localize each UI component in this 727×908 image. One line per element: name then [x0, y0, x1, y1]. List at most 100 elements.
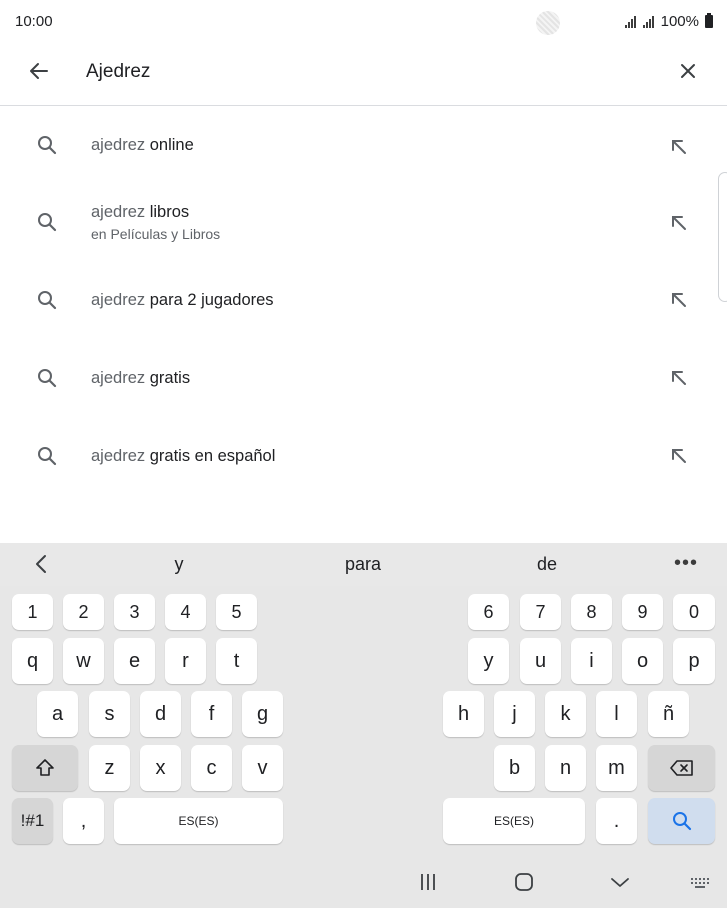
edge-panel-handle[interactable] [718, 172, 727, 302]
prediction-word[interactable]: de [537, 554, 557, 575]
navigation-bar [0, 858, 727, 908]
prediction-word[interactable]: y [175, 554, 184, 575]
key-j[interactable]: j [494, 691, 535, 737]
prediction-bar: y para de ••• [0, 543, 727, 586]
key-n[interactable]: n [545, 745, 586, 791]
suggestion-prefix: ajedrez [91, 447, 146, 465]
chevron-down-icon [611, 878, 629, 887]
key-w[interactable]: w [63, 638, 104, 684]
recent-apps-button[interactable] [414, 870, 442, 894]
key-6[interactable]: 6 [468, 594, 509, 630]
key-y[interactable]: y [468, 638, 509, 684]
prediction-word[interactable]: para [345, 554, 381, 575]
arrow-up-left-icon [672, 140, 686, 154]
suggestion-item[interactable]: ajedrez gratis en español [0, 422, 727, 492]
clear-button[interactable] [673, 56, 703, 86]
key-n-tilde[interactable]: ñ [648, 691, 689, 737]
space-key-left[interactable]: ES(ES) [114, 798, 283, 844]
key-4[interactable]: 4 [165, 594, 206, 630]
arrow-up-left-icon [672, 371, 686, 385]
key-2[interactable]: 2 [63, 594, 104, 630]
shift-key[interactable] [12, 745, 78, 791]
chevron-left-icon [36, 555, 46, 573]
key-o[interactable]: o [622, 638, 663, 684]
suggestion-subtitle: en Películas y Libros [91, 226, 221, 242]
key-3[interactable]: 3 [114, 594, 155, 630]
back-nav-button[interactable] [606, 870, 634, 894]
battery-icon [705, 13, 713, 28]
signal-icon-2 [642, 15, 654, 28]
fill-query-button[interactable] [666, 134, 692, 160]
key-d[interactable]: d [140, 691, 181, 737]
search-icon [38, 447, 57, 466]
suggestion-prefix: ajedrez [91, 369, 146, 387]
key-f[interactable]: f [191, 691, 232, 737]
keyboard-switch-button[interactable] [688, 870, 716, 894]
key-9[interactable]: 9 [622, 594, 663, 630]
status-indicators: 100% [624, 13, 713, 30]
collapse-toolbar-button[interactable] [30, 552, 54, 576]
key-t[interactable]: t [216, 638, 257, 684]
key-c[interactable]: c [191, 745, 232, 791]
search-icon [672, 812, 691, 831]
key-g[interactable]: g [242, 691, 283, 737]
key-m[interactable]: m [596, 745, 637, 791]
comma-key[interactable]: , [63, 798, 104, 844]
key-p[interactable]: p [673, 638, 715, 684]
search-icon [38, 136, 57, 155]
keyboard-icon [691, 878, 709, 888]
key-x[interactable]: x [140, 745, 181, 791]
suggestion-prefix: ajedrez [91, 291, 146, 309]
key-v[interactable]: v [242, 745, 283, 791]
fill-query-button[interactable] [666, 365, 692, 391]
key-7[interactable]: 7 [520, 594, 561, 630]
key-s[interactable]: s [89, 691, 130, 737]
back-button[interactable] [24, 56, 54, 86]
symbols-key[interactable]: !#1 [12, 798, 53, 844]
suggestion-item[interactable]: ajedrez gratis [0, 344, 727, 414]
key-u[interactable]: u [520, 638, 561, 684]
fill-query-button[interactable] [666, 210, 692, 236]
suggestion-item[interactable]: ajedrez libros en Películas y Libros [0, 186, 727, 264]
key-b[interactable]: b [494, 745, 535, 791]
front-camera [536, 11, 560, 35]
period-key[interactable]: . [596, 798, 637, 844]
recent-apps-icon [421, 874, 435, 890]
status-bar: 10:00 100% [0, 0, 727, 44]
key-0[interactable]: 0 [673, 594, 715, 630]
space-key-right[interactable]: ES(ES) [443, 798, 585, 844]
suggestion-item[interactable]: ajedrez para 2 jugadores [0, 266, 727, 336]
more-options-button[interactable]: ••• [674, 552, 698, 575]
fill-query-button[interactable] [666, 287, 692, 313]
suggestion-text: ajedrez para 2 jugadores [91, 291, 274, 310]
backspace-key[interactable] [648, 745, 715, 791]
key-l[interactable]: l [596, 691, 637, 737]
signal-icon [624, 15, 636, 28]
key-8[interactable]: 8 [571, 594, 612, 630]
suggestion-prefix: ajedrez [91, 136, 146, 154]
key-a[interactable]: a [37, 691, 78, 737]
arrow-left-icon [30, 63, 48, 79]
suggestion-suffix: libros [149, 203, 190, 221]
key-1[interactable]: 1 [12, 594, 53, 630]
close-icon [681, 64, 695, 78]
key-e[interactable]: e [114, 638, 155, 684]
key-h[interactable]: h [443, 691, 484, 737]
key-i[interactable]: i [571, 638, 612, 684]
key-z[interactable]: z [89, 745, 130, 791]
arrow-up-left-icon [672, 293, 686, 307]
backspace-icon [669, 760, 693, 776]
key-r[interactable]: r [165, 638, 206, 684]
key-q[interactable]: q [12, 638, 53, 684]
key-5[interactable]: 5 [216, 594, 257, 630]
arrow-up-left-icon [672, 449, 686, 463]
home-button[interactable] [510, 870, 538, 894]
suggestion-text: ajedrez gratis en español [91, 447, 275, 466]
search-input[interactable] [86, 58, 646, 86]
suggestion-suffix: online [149, 136, 194, 154]
key-k[interactable]: k [545, 691, 586, 737]
suggestion-item[interactable]: ajedrez online [0, 110, 727, 180]
shift-icon [36, 759, 54, 776]
fill-query-button[interactable] [666, 443, 692, 469]
search-key[interactable] [648, 798, 715, 844]
